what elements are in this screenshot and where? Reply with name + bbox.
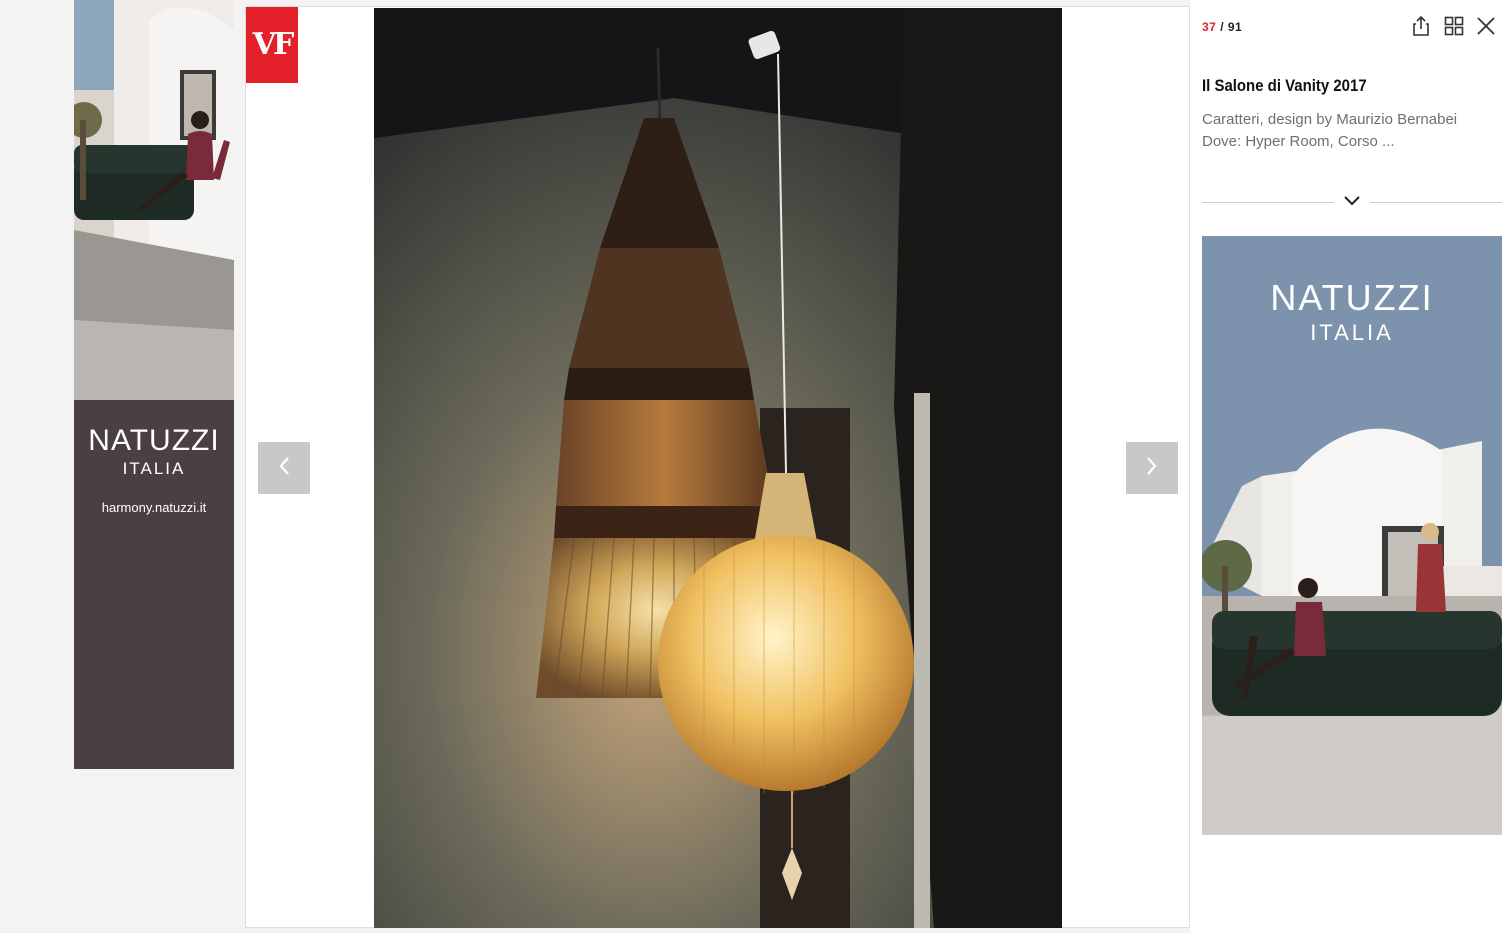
ad-photo	[74, 0, 234, 400]
current-slide: 37	[1202, 20, 1217, 34]
gallery-description: Caratteri, design by Maurizio Bernabei D…	[1202, 109, 1502, 153]
previous-button[interactable]	[258, 442, 310, 494]
divider	[1202, 202, 1334, 203]
next-button[interactable]	[1126, 442, 1178, 494]
total-slides: 91	[1227, 20, 1243, 34]
close-button[interactable]	[1473, 15, 1499, 41]
ad-brand-name: NATUZZI	[1270, 277, 1434, 318]
ad-brand-sub: ITALIA	[122, 459, 186, 478]
description-line: Dove: Hyper Room, Corso ...	[1202, 133, 1395, 150]
share-button[interactable]	[1408, 15, 1434, 41]
ad-url-link[interactable]: harmony.natuzzi.it	[74, 500, 234, 515]
chevron-right-icon	[1145, 455, 1159, 482]
gallery-main-image[interactable]	[374, 8, 1062, 928]
ad-brand-name: NATUZZI	[88, 424, 220, 457]
gallery-title: Il Salone di Vanity 2017	[1202, 76, 1367, 95]
close-icon	[1476, 16, 1496, 41]
ad-brand: NATUZZI ITALIA	[1202, 280, 1502, 346]
expand-description-button[interactable]	[1340, 192, 1364, 212]
chevron-down-icon	[1343, 193, 1361, 211]
grid-icon	[1444, 16, 1464, 41]
slide-counter: 37 / 91	[1202, 20, 1242, 34]
description-line: Caratteri, design by Maurizio Bernabei	[1202, 111, 1458, 128]
divider	[1370, 202, 1502, 203]
sidebar-ad[interactable]: NATUZZI ITALIA	[1202, 236, 1502, 835]
chevron-left-icon	[277, 455, 291, 482]
counter-separator: /	[1216, 20, 1228, 34]
ad-brand-sub: ITALIA	[1310, 320, 1394, 345]
ad-brand: NATUZZI ITALIA	[74, 426, 234, 479]
left-skyscraper-ad[interactable]: NATUZZI ITALIA harmony.natuzzi.it	[74, 0, 234, 769]
vf-logo[interactable]: VF	[246, 7, 298, 83]
grid-view-button[interactable]	[1441, 15, 1467, 41]
share-icon	[1412, 15, 1430, 42]
